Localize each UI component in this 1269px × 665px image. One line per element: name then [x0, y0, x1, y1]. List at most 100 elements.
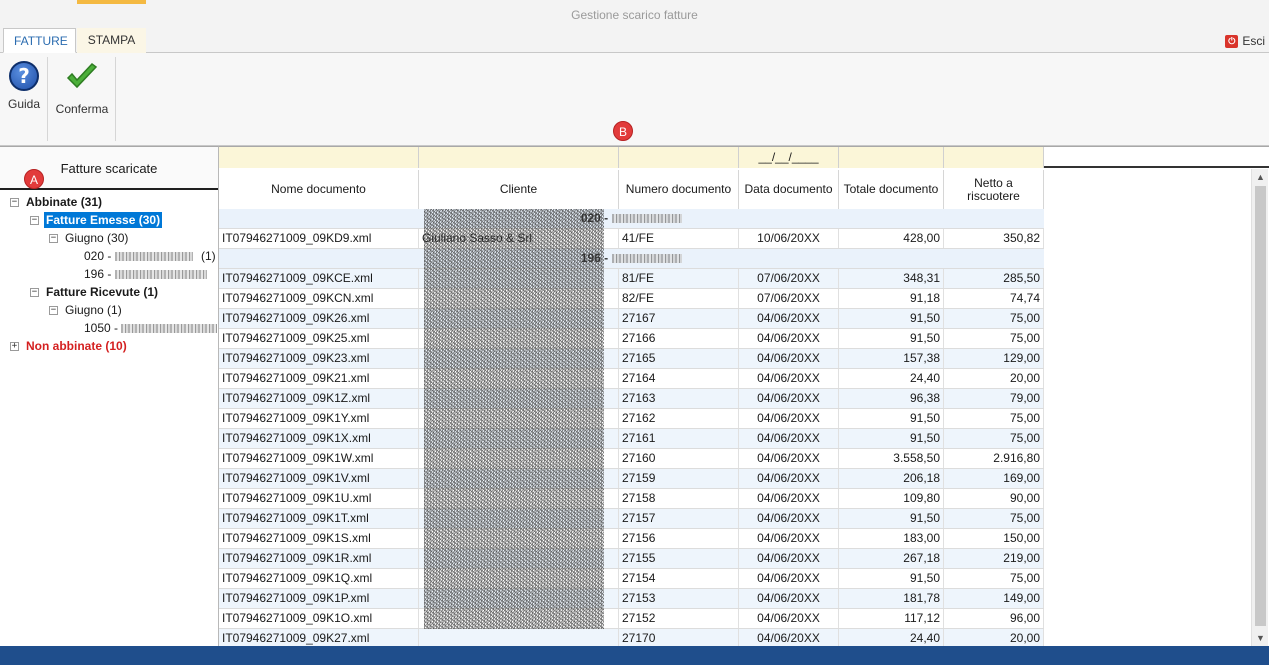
cell-nome: IT07946271009_09K1R.xml [219, 549, 419, 568]
table-row[interactable]: IT07946271009_09K1W.xml 27160 04/06/20XX 3.… [219, 449, 1044, 469]
collapse-icon[interactable]: − [49, 306, 58, 315]
ribbon-separator [115, 57, 116, 141]
cell-nome: IT07946271009_09KD9.xml [219, 229, 419, 248]
redacted-text [114, 270, 207, 280]
scroll-down-icon[interactable]: ▼ [1252, 630, 1269, 646]
expand-icon[interactable]: + [10, 342, 19, 351]
cell-numero: 27157 [619, 509, 739, 528]
tree-node-1050[interactable]: 1050 - [84, 320, 218, 338]
tab-stampa[interactable]: STAMPA [77, 28, 146, 53]
cell-cliente [419, 389, 619, 408]
group-row[interactable]: 196 - [219, 249, 1044, 269]
cell-cliente [419, 469, 619, 488]
scroll-up-icon[interactable]: ▲ [1252, 169, 1269, 185]
table-row[interactable]: IT07946271009_09K1R.xml 27155 04/06/20XX 26… [219, 549, 1044, 569]
table-row[interactable]: IT07946271009_09K1V.xml 27159 04/06/20XX 20… [219, 469, 1044, 489]
cell-data: 04/06/20XX [739, 389, 839, 408]
table-row[interactable]: IT07946271009_09K1Y.xml 27162 04/06/20XX 91… [219, 409, 1044, 429]
table-row[interactable]: IT07946271009_09K26.xml 27167 04/06/20XX 91… [219, 309, 1044, 329]
guida-button[interactable]: ? Guida [5, 59, 43, 111]
cell-data: 04/06/20XX [739, 449, 839, 468]
tree-node-abbinate[interactable]: − Abbinate (31) [10, 194, 102, 212]
conferma-button[interactable]: Conferma [53, 59, 111, 116]
header-data-documento[interactable]: Data documento [739, 170, 839, 209]
filter-data[interactable]: __/__/____ [739, 147, 839, 168]
group-row[interactable]: 020 - [219, 209, 1044, 229]
table-row[interactable]: IT07946271009_09KCE.xml 81/FE 07/06/20XX 34… [219, 269, 1044, 289]
checkmark-icon [66, 62, 98, 89]
cell-netto: 96,00 [944, 609, 1044, 628]
tree-node-giugno[interactable]: − Giugno (30) [49, 230, 128, 248]
collapse-icon[interactable]: − [30, 216, 39, 225]
cell-data: 04/06/20XX [739, 409, 839, 428]
cell-cliente [419, 429, 619, 448]
tree-node-196[interactable]: 196 - [84, 266, 207, 284]
collapse-icon[interactable]: − [49, 234, 58, 243]
tree-node-giugno-ricevute[interactable]: − Giugno (1) [49, 302, 122, 320]
table-row[interactable]: IT07946271009_09K1U.xml 27158 04/06/20XX 10… [219, 489, 1044, 509]
cell-data: 04/06/20XX [739, 489, 839, 508]
cell-data: 04/06/20XX [739, 549, 839, 568]
cell-numero: 82/FE [619, 289, 739, 308]
tab-fatture[interactable]: FATTURE [3, 28, 76, 53]
tree-node-020[interactable]: 020 - (1) [84, 248, 219, 266]
redacted-text [121, 324, 218, 334]
status-bar [0, 646, 1269, 665]
cell-cliente [419, 309, 619, 328]
table-row[interactable]: IT07946271009_09K1Z.xml 27163 04/06/20XX 96… [219, 389, 1044, 409]
cell-numero: 27167 [619, 309, 739, 328]
header-netto-a-riscuotere[interactable]: Netto a riscuotere [944, 170, 1044, 209]
filter-netto[interactable] [944, 147, 1044, 168]
collapse-icon[interactable]: − [10, 198, 19, 207]
cell-totale: 91,50 [839, 429, 944, 448]
cell-totale: 3.558,50 [839, 449, 944, 468]
cell-numero: 81/FE [619, 269, 739, 288]
table-row[interactable]: IT07946271009_09K1O.xml 27152 04/06/20XX 11… [219, 609, 1044, 629]
tree-node-non-abbinate[interactable]: + Non abbinate (10) [10, 338, 127, 356]
table-row[interactable]: IT07946271009_09K1Q.xml 27154 04/06/20XX 91… [219, 569, 1044, 589]
cell-numero: 27160 [619, 449, 739, 468]
cell-data: 04/06/20XX [739, 609, 839, 628]
header-nome-documento[interactable]: Nome documento [219, 170, 419, 209]
table-row[interactable]: IT07946271009_09KD9.xml Giuliano Sasso & … [219, 229, 1044, 249]
collapse-icon[interactable]: − [30, 288, 39, 297]
table-row[interactable]: IT07946271009_09K1T.xml 27157 04/06/20XX 91… [219, 509, 1044, 529]
header-numero-documento[interactable]: Numero documento [619, 170, 739, 209]
window-title: Gestione scarico fatture [571, 8, 698, 22]
cell-netto: 75,00 [944, 509, 1044, 528]
table-row[interactable]: IT07946271009_09KCN.xml 82/FE 07/06/20XX 91… [219, 289, 1044, 309]
table-row[interactable]: IT07946271009_09K21.xml 27164 04/06/20XX 24… [219, 369, 1044, 389]
header-totale-documento[interactable]: Totale documento [839, 170, 944, 209]
tree-node-fatture-ricevute[interactable]: − Fatture Ricevute (1) [30, 284, 158, 302]
table-row[interactable]: IT07946271009_09K27.xml 27170 04/06/20XX 24… [219, 629, 1044, 646]
cell-cliente [419, 529, 619, 548]
cell-cliente [419, 349, 619, 368]
cell-data: 04/06/20XX [739, 349, 839, 368]
exit-label: Esci [1242, 34, 1265, 48]
cell-numero: 27158 [619, 489, 739, 508]
table-row[interactable]: IT07946271009_09K23.xml 27165 04/06/20XX 15… [219, 349, 1044, 369]
table-row[interactable]: IT07946271009_09K1S.xml 27156 04/06/20XX 18… [219, 529, 1044, 549]
cell-nome: IT07946271009_09K1W.xml [219, 449, 419, 468]
table-row[interactable]: IT07946271009_09K25.xml 27166 04/06/20XX 91… [219, 329, 1044, 349]
scroll-thumb[interactable] [1255, 186, 1266, 626]
filter-totale[interactable] [839, 147, 944, 168]
cell-nome: IT07946271009_09K25.xml [219, 329, 419, 348]
filter-cliente[interactable] [419, 147, 619, 168]
cell-numero: 27163 [619, 389, 739, 408]
cell-data: 04/06/20XX [739, 369, 839, 388]
cell-netto: 285,50 [944, 269, 1044, 288]
cell-netto: 350,82 [944, 229, 1044, 248]
vertical-scrollbar[interactable]: ▲ ▼ [1251, 169, 1268, 646]
table-row[interactable]: IT07946271009_09K1P.xml 27153 04/06/20XX 18… [219, 589, 1044, 609]
cell-netto: 219,00 [944, 549, 1044, 568]
table-row[interactable]: IT07946271009_09K1X.xml 27161 04/06/20XX 91… [219, 429, 1044, 449]
header-cliente[interactable]: Cliente [419, 170, 619, 209]
filter-nome[interactable] [219, 147, 419, 168]
column-headers: Nome documento Cliente Numero documento … [219, 170, 1269, 209]
exit-button[interactable]: ⏻ Esci [1225, 34, 1265, 48]
cell-numero: 27170 [619, 629, 739, 646]
filter-numero[interactable] [619, 147, 739, 168]
tree-node-fatture-emesse[interactable]: − Fatture Emesse (30) [30, 212, 163, 230]
cell-numero: 27161 [619, 429, 739, 448]
